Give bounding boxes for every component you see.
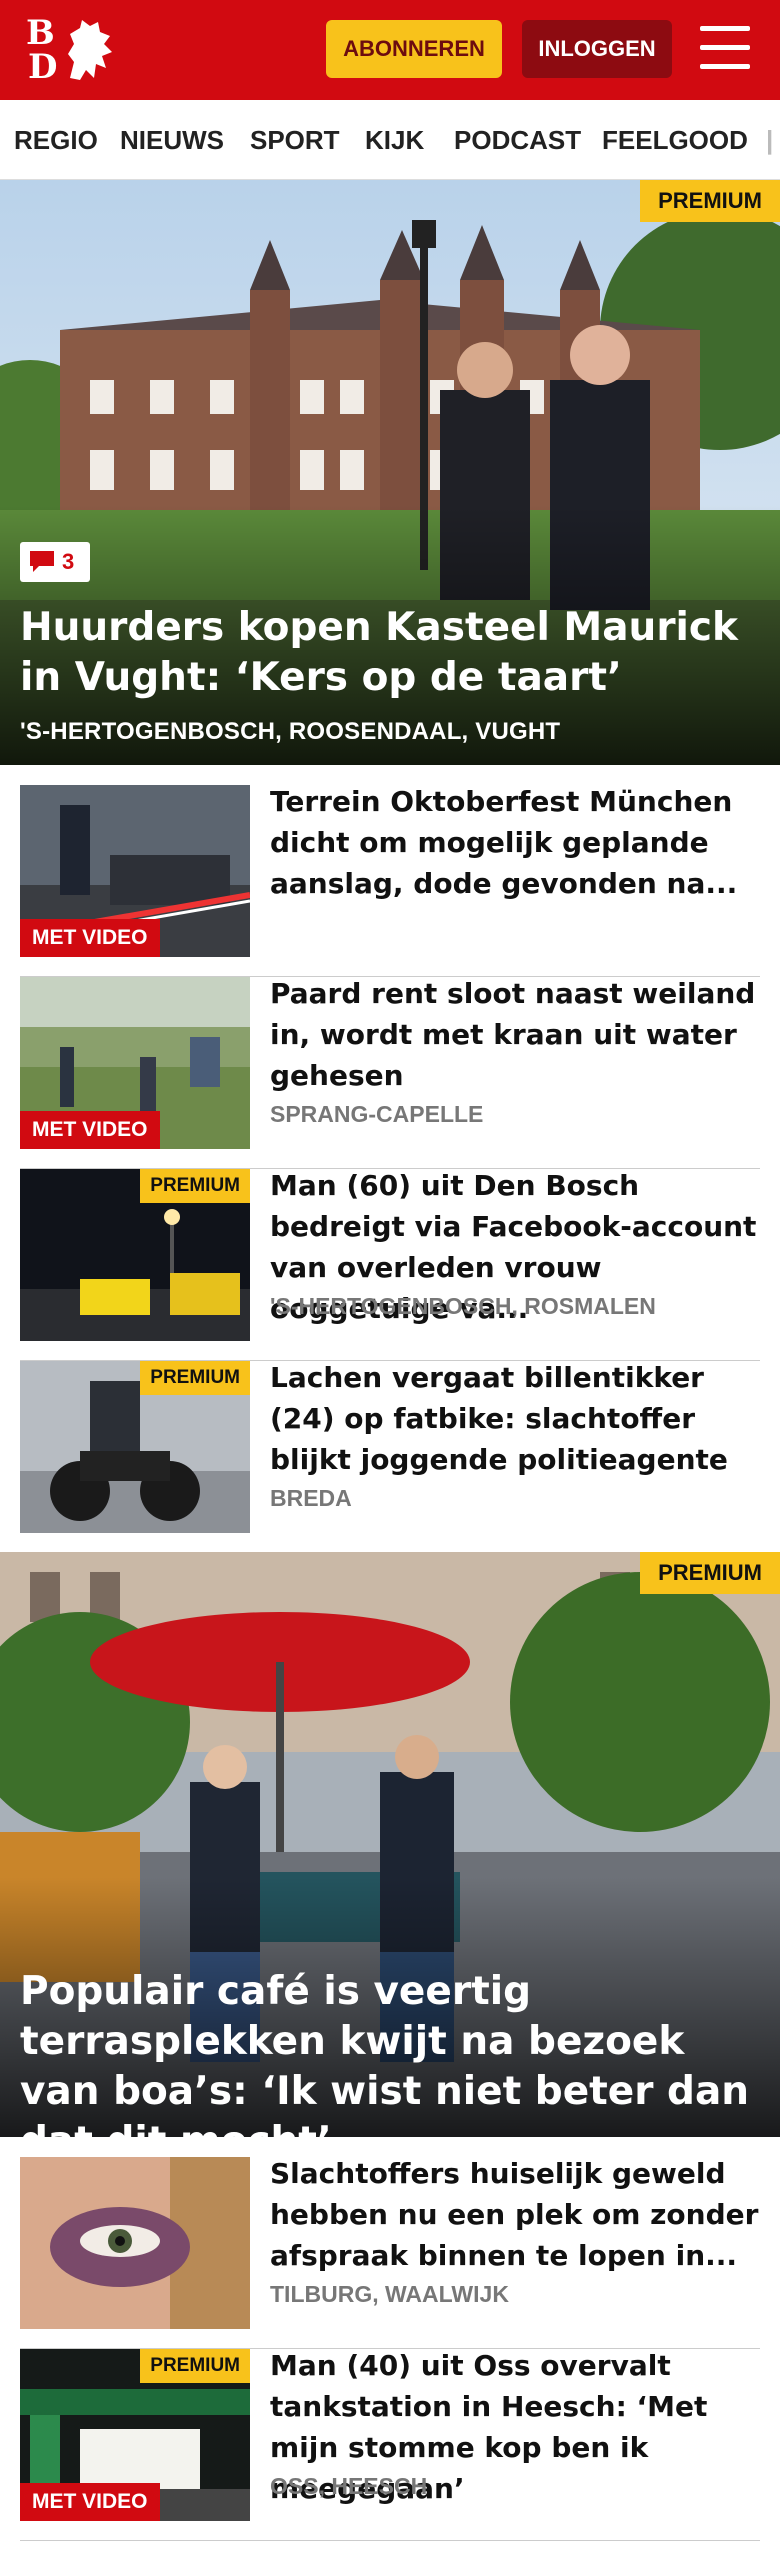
hero-article-cafe[interactable]: PREMIUM Populair café is veertig terrasp…	[0, 1552, 780, 2137]
list-item[interactable]: MET VIDEO Paard rent sloot naast weiland…	[20, 977, 760, 1169]
comment-count: 3	[62, 549, 75, 574]
article-headline[interactable]: Lachen vergaat billentikker (24) op fatb…	[270, 1357, 760, 1480]
nav-item-regio[interactable]: REGIO	[14, 100, 98, 179]
logo-letter-d: D	[28, 47, 58, 87]
premium-badge: PREMIUM	[640, 180, 780, 222]
top-bar: B D ABONNEREN INLOGGEN	[0, 0, 780, 100]
hero-headline[interactable]: Huurders kopen Kasteel Maurick in Vught:…	[20, 603, 760, 703]
nav-item-kijk[interactable]: KIJK	[365, 100, 424, 179]
hero-article-kasteel[interactable]: PREMIUM 3 Huurders kopen Kasteel Maurick…	[0, 180, 780, 765]
premium-badge: PREMIUM	[640, 1552, 780, 1594]
subscribe-button[interactable]: ABONNEREN	[326, 20, 502, 78]
article-location: OSS, HEESCH	[270, 2473, 428, 2499]
article-location: 'S-HERTOGENBOSCH, ROSMALEN	[270, 1293, 656, 1319]
premium-badge: PREMIUM	[140, 2349, 250, 2383]
login-button[interactable]: INLOGGEN	[522, 20, 672, 78]
article-thumbnail	[20, 2157, 250, 2329]
logo-letter-b: B	[26, 13, 55, 53]
premium-badge: PREMIUM	[140, 1361, 250, 1395]
article-thumbnail: MET VIDEO	[20, 977, 250, 1149]
list-item[interactable]: PREMIUM MET VIDEO Man (40) uit Oss overv…	[20, 2349, 760, 2541]
hamburger-menu-icon[interactable]	[700, 26, 750, 70]
nav-item-feelgood[interactable]: FEELGOOD	[602, 100, 748, 179]
list-item[interactable]: PREMIUM Man (60) uit Den Bosch bedreigt …	[20, 1169, 760, 1361]
video-badge: MET VIDEO	[20, 2483, 160, 2521]
hero-headline[interactable]: Populair café is veertig terrasplekken k…	[20, 1967, 760, 2137]
article-thumbnail: PREMIUM	[20, 1169, 250, 1341]
video-badge: MET VIDEO	[20, 919, 160, 957]
bruised-eye-photo	[20, 2157, 250, 2329]
list-item[interactable]: Slachtoffers huiselijk geweld hebben nu …	[20, 2157, 760, 2349]
list-item[interactable]: PREMIUM Lachen vergaat billentikker (24)…	[20, 1361, 760, 1553]
article-location: SPRANG-CAPELLE	[270, 1101, 484, 1127]
premium-badge: PREMIUM	[140, 1169, 250, 1203]
nav-item-nieuws[interactable]: NIEUWS	[120, 100, 224, 179]
article-headline[interactable]: Terrein Oktoberfest München dicht om mog…	[270, 781, 760, 904]
comment-icon	[30, 551, 54, 572]
section-nav: REGIO NIEUWS SPORT KIJK PODCAST FEELGOOD…	[0, 100, 780, 180]
hero-location: 'S-HERTOGENBOSCH, ROOSENDAAL, VUGHT	[20, 718, 561, 745]
article-headline[interactable]: Paard rent sloot naast weiland in, wordt…	[270, 973, 760, 1096]
article-headline[interactable]: Slachtoffers huiselijk geweld hebben nu …	[270, 2153, 760, 2276]
article-thumbnail: PREMIUM	[20, 1361, 250, 1533]
article-location: BREDA	[270, 1485, 352, 1511]
article-thumbnail: PREMIUM MET VIDEO	[20, 2349, 250, 2521]
nav-item-sport[interactable]: SPORT	[250, 100, 340, 179]
lion-icon	[68, 20, 112, 80]
nav-overflow-indicator: |	[766, 125, 774, 155]
article-thumbnail: MET VIDEO	[20, 785, 250, 957]
nav-item-podcast[interactable]: PODCAST	[454, 100, 581, 179]
video-badge: MET VIDEO	[20, 1111, 160, 1149]
list-item[interactable]: MET VIDEO Terrein Oktoberfest München di…	[20, 785, 760, 977]
article-location: TILBURG, WAALWIJK	[270, 2281, 509, 2307]
site-logo[interactable]: B D	[26, 16, 116, 86]
comment-count-badge[interactable]: 3	[20, 542, 90, 582]
